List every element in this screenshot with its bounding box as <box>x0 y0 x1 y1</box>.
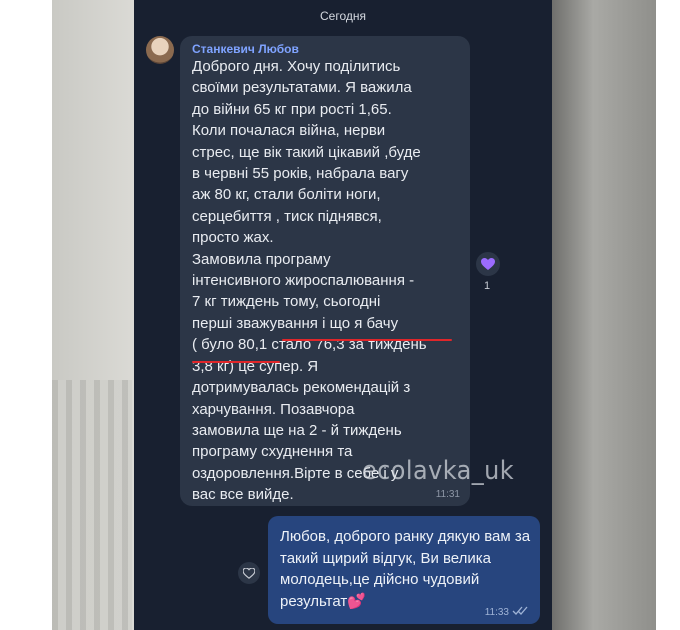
message-time: 11:31 <box>435 489 460 500</box>
radiator <box>52 380 132 630</box>
outgoing-message-bubble[interactable]: Любов, доброго ранку дякую вам за такий … <box>268 516 540 624</box>
reply-meta: 11:33 <box>485 606 528 618</box>
annotation-underline <box>192 361 280 363</box>
incoming-message-bubble[interactable]: Станкевич Любов Доброго дня. Хочу поділи… <box>180 36 470 506</box>
avatar[interactable] <box>146 36 174 64</box>
photo-background-right <box>552 0 656 630</box>
reaction-count: 1 <box>484 280 491 292</box>
date-separator: Сегодня <box>320 9 366 23</box>
purple-heart-icon[interactable] <box>476 252 500 276</box>
double-check-icon <box>512 606 528 618</box>
reply-time: 11:33 <box>484 606 509 618</box>
annotation-underline <box>282 339 452 341</box>
message-text: Доброго дня. Хочу поділитись своїми резу… <box>192 58 427 504</box>
sender-name[interactable]: Станкевич Любов <box>192 42 299 56</box>
watermark: ecolavka_uk <box>362 456 515 486</box>
heart-outline-icon[interactable] <box>238 562 260 584</box>
reply-text: Любов, доброго ранку дякую вам за такий … <box>280 528 531 610</box>
